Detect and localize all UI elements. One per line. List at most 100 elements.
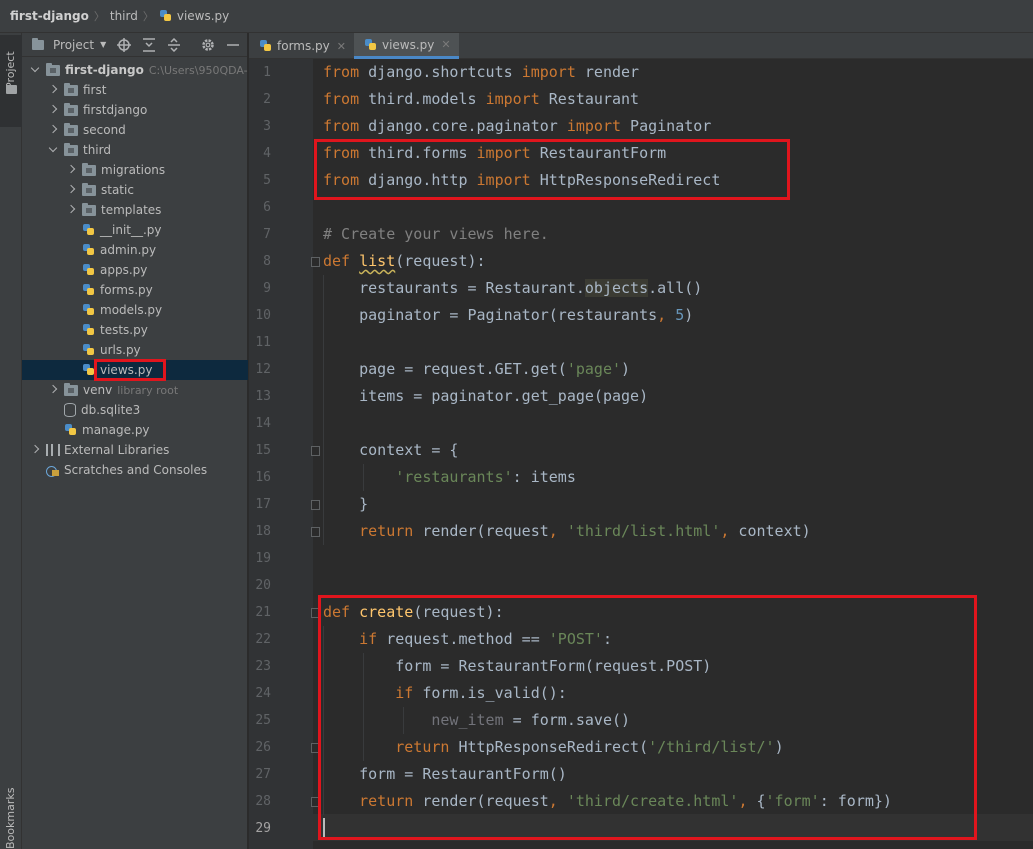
tree-item[interactable]: migrations [22,160,248,180]
fold-marker-icon[interactable] [311,527,320,537]
python-file-icon [82,243,96,257]
chevron-right-icon[interactable] [48,125,58,135]
line-number: 19 [255,551,271,566]
chevron-down-icon[interactable] [48,145,58,155]
tree-item[interactable]: second [22,120,248,140]
tree-item[interactable]: static [22,180,248,200]
project-tool-label: Project [4,51,17,89]
tree-item[interactable]: External Libraries [22,440,248,460]
breadcrumb-file[interactable]: views.py [177,9,229,23]
line-number: 12 [255,362,271,377]
chevron-down-icon[interactable]: ▼ [100,40,106,49]
line-number: 11 [255,335,271,350]
tree-item[interactable]: urls.py [22,340,248,360]
line-number: 15 [255,443,271,458]
editor-tab-label: views.py [381,37,435,52]
line-number: 3 [263,119,271,134]
editor-tab[interactable]: views.py ✕ [353,33,459,59]
line-number: 20 [255,578,271,593]
editor-tab[interactable]: forms.py ✕ [249,33,354,59]
tree-item-label: __init__.py [100,223,162,237]
python-file-icon [82,343,96,357]
python-file-icon [82,263,96,277]
tree-item[interactable]: firstdjango [22,100,248,120]
folder-icon [64,142,78,156]
project-view-selector[interactable]: Project [53,38,94,52]
code-line: from django.shortcuts import render [323,63,640,81]
tree-item-label: manage.py [82,423,150,437]
breadcrumb-folder[interactable]: third [110,9,138,23]
code-line: context = { [323,441,459,459]
tree-item[interactable]: venv library root [22,380,248,400]
hide-panel-icon[interactable] [226,38,240,52]
folder-icon [64,382,78,396]
tree-item[interactable]: Scratches and Consoles [22,460,248,480]
line-number: 13 [255,389,271,404]
tree-item[interactable]: admin.py [22,240,248,260]
fold-marker-icon[interactable] [311,257,320,267]
line-number: 22 [255,632,271,647]
line-number-gutter[interactable]: 1 2 3 4 5 6 7 8 9 10 11 12 13 14 15 16 17 18 19 20 21 22 23 24 2… [249,59,320,849]
line-number: 27 [255,767,271,782]
python-file-icon [82,303,96,317]
fold-marker-icon[interactable] [311,500,320,510]
tree-item[interactable]: first-django C:\Users\950QDA- [22,60,248,80]
tree-item[interactable]: third [22,140,248,160]
chevron-right-icon[interactable] [30,445,40,455]
code-line: restaurants = Restaurant.objects.all() [323,279,703,297]
close-icon[interactable]: ✕ [337,40,346,53]
tree-item[interactable]: templates [22,200,248,220]
line-number: 16 [255,470,271,485]
tree-item[interactable]: db.sqlite3 [22,400,248,420]
tool-window-stripe: Project Bookmarks [0,33,22,849]
scratches-icon [46,464,60,477]
folder-icon [32,37,44,50]
tree-item-label: venv [83,383,113,397]
chevron-right-icon[interactable] [48,385,58,395]
python-file-icon [82,323,96,337]
chevron-right-icon[interactable] [66,205,76,215]
python-file-icon [259,39,273,53]
chevron-right-icon[interactable] [48,105,58,115]
tree-item-label: second [83,123,126,137]
tree-item[interactable]: first [22,80,248,100]
collapse-all-icon[interactable] [167,37,181,52]
python-file-icon [364,38,378,52]
database-icon [64,403,76,417]
chevron-down-icon[interactable] [30,65,40,75]
tree-item[interactable]: __init__.py [22,220,248,240]
chevron-right-icon[interactable] [66,185,76,195]
close-icon[interactable]: ✕ [441,38,450,51]
folder-icon [64,122,78,136]
line-number: 24 [255,686,271,701]
tree-item-label: urls.py [100,343,141,357]
project-tool-tab[interactable]: Project [0,35,22,127]
breadcrumb-project[interactable]: first-django [10,9,89,23]
tree-item-label: templates [101,203,162,217]
python-file-icon [82,223,96,237]
line-number: 7 [263,227,271,242]
code-editor[interactable]: 1 2 3 4 5 6 7 8 9 10 11 12 13 14 15 16 17 18 19 20 21 22 23 24 2… [249,59,1033,849]
tree-item-label: apps.py [100,263,148,277]
chevron-right-icon[interactable] [48,85,58,95]
line-number: 18 [255,524,271,539]
tree-item[interactable]: manage.py [22,420,248,440]
tree-item-label: third [83,143,111,157]
tree-item[interactable]: forms.py [22,280,248,300]
tree-item[interactable]: apps.py [22,260,248,280]
tree-item[interactable]: tests.py [22,320,248,340]
line-number: 29 [255,821,271,836]
gear-icon[interactable] [201,38,215,52]
project-panel: Project ▼ first-django C:\Users\950QDA-fi… [22,33,248,849]
expand-all-icon[interactable] [142,37,156,52]
locate-file-icon[interactable] [117,37,132,52]
fold-marker-icon[interactable] [311,446,320,456]
tree-item[interactable]: models.py [22,300,248,320]
tree-item-label: admin.py [100,243,157,257]
highlight-box-imports [314,139,790,200]
tree-item-label: External Libraries [64,443,170,457]
chevron-right-icon[interactable] [66,165,76,175]
folder-icon [82,182,96,196]
bookmarks-tool-tab[interactable]: Bookmarks [4,788,17,849]
editor-tabs: forms.py ✕ views.py ✕ [249,33,1033,59]
